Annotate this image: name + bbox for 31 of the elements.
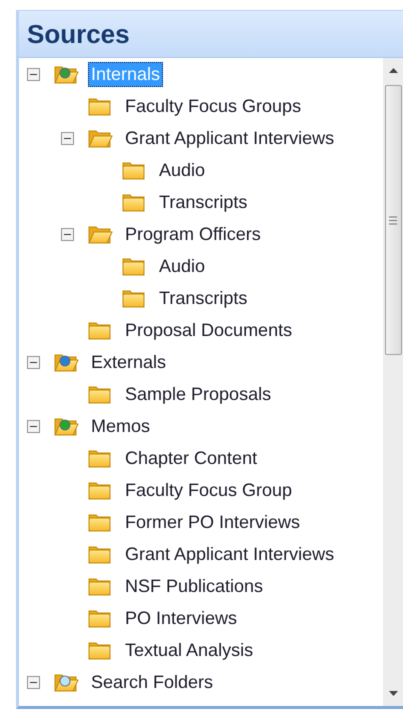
tree-item[interactable]: Former PO Interviews (122, 510, 304, 534)
tree-item[interactable]: Proposal Documents (122, 318, 296, 342)
tree-item[interactable]: Faculty Focus Group (122, 478, 296, 502)
tree-item[interactable]: Audio (156, 158, 208, 182)
collapse-icon[interactable] (27, 676, 40, 688)
tree-item[interactable]: Grant Applicant Interviews (122, 126, 338, 150)
collapse-icon[interactable] (27, 68, 40, 80)
collapse-icon[interactable] (27, 420, 40, 432)
tree-item[interactable]: Textual Analysis (122, 638, 256, 662)
panel-title: Sources (27, 18, 130, 50)
tree-item[interactable]: Transcripts (156, 190, 250, 214)
collapse-icon[interactable] (61, 132, 74, 144)
tree-item[interactable]: Chapter Content (122, 446, 260, 470)
tree-item[interactable]: PO Interviews (122, 606, 240, 630)
collapse-icon[interactable] (61, 228, 74, 240)
collapse-icon[interactable] (27, 356, 40, 368)
tree-item[interactable]: Audio (156, 254, 208, 278)
scroll-down-icon[interactable] (388, 691, 398, 696)
tree-item[interactable]: Program Officers (122, 222, 264, 246)
tree-item[interactable]: Faculty Focus Groups (122, 94, 304, 118)
tree-item[interactable]: Sample Proposals (122, 382, 274, 406)
scroll-thumb[interactable] (384, 85, 402, 355)
tree-item[interactable]: Memos (88, 414, 154, 438)
grip-icon (389, 216, 397, 224)
tree-item[interactable]: Search Folders (88, 670, 216, 694)
scroll-up-icon[interactable] (388, 68, 398, 73)
tree-item[interactable]: NSF Publications (122, 574, 266, 598)
tree-item[interactable]: Transcripts (156, 286, 250, 310)
tree-item[interactable]: Externals (88, 350, 170, 374)
tree-item[interactable]: Grant Applicant Interviews (122, 542, 338, 566)
scrollbar[interactable] (383, 58, 403, 706)
